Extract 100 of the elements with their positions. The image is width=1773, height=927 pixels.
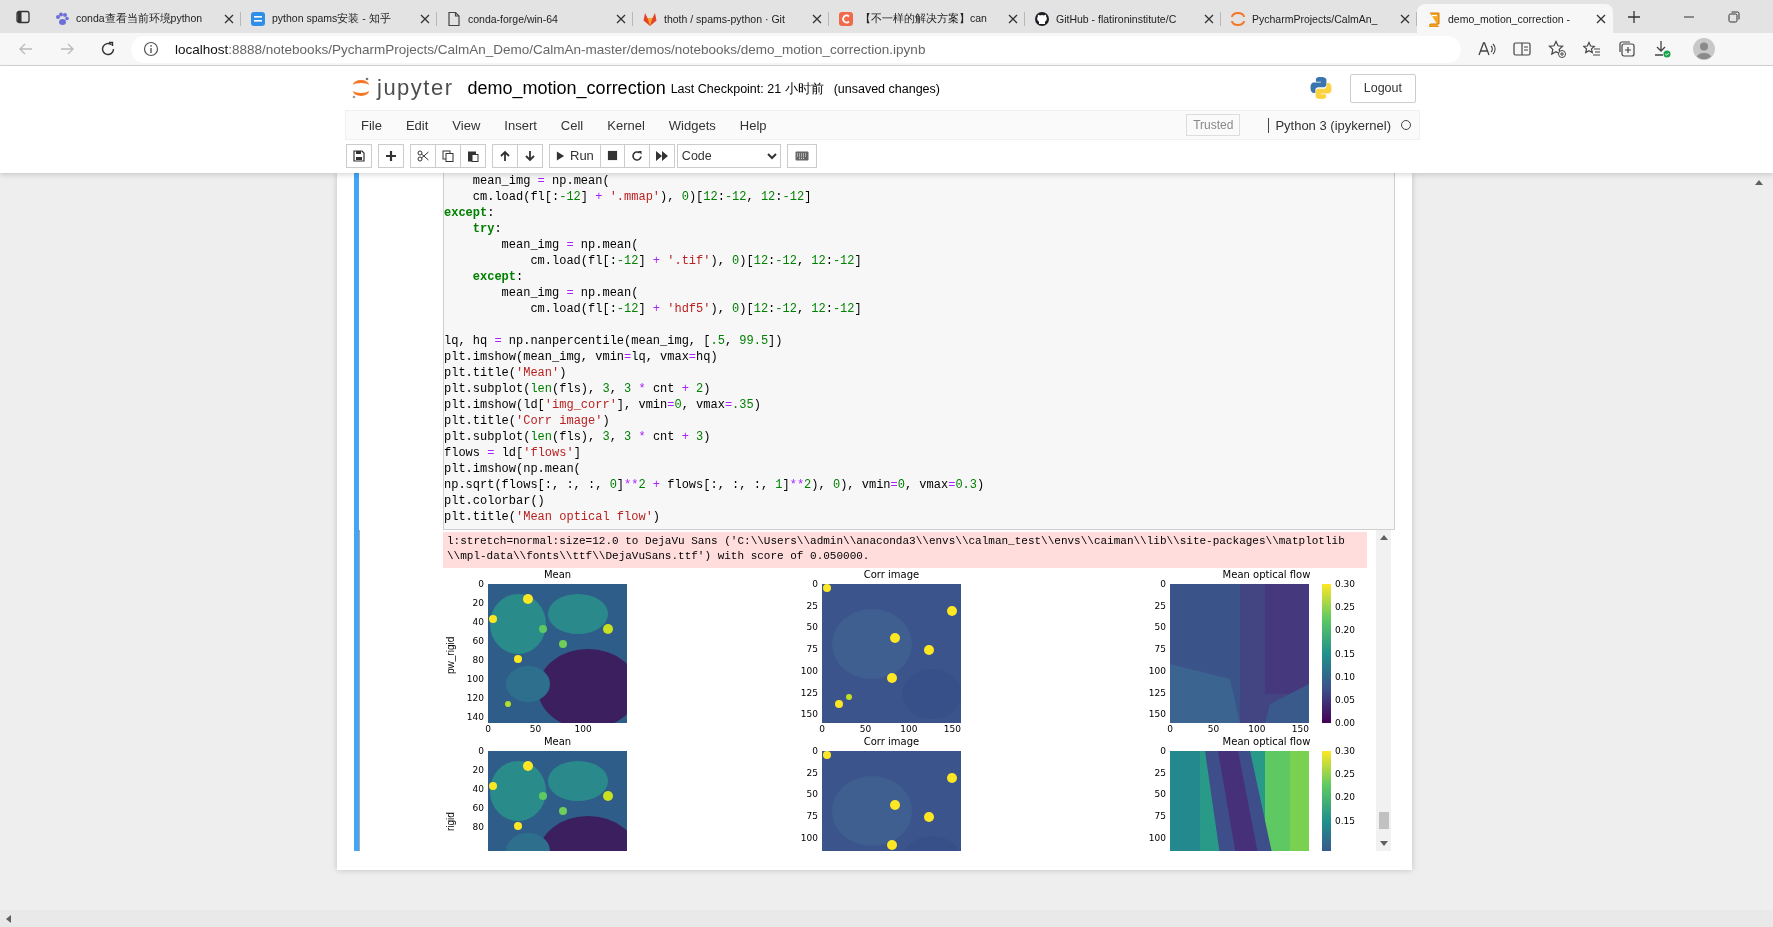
favorites-icon[interactable] <box>1583 41 1601 57</box>
refresh-icon[interactable] <box>100 41 116 57</box>
tick-label: 0 <box>478 746 484 756</box>
tick-label: 0.05 <box>1335 694 1356 705</box>
tick-label: 50 <box>1207 724 1220 734</box>
browser-tab[interactable]: demo_motion_correction - <box>1417 4 1613 33</box>
browser-tab[interactable]: thoth / spams-python · Git <box>633 4 829 33</box>
download-icon[interactable] <box>1653 40 1671 58</box>
scissors-icon <box>417 149 429 162</box>
browser-tab[interactable]: 【不一样的解决方案】can <box>829 4 1025 33</box>
axis-label: rigid <box>445 811 456 834</box>
save-button[interactable] <box>346 143 372 168</box>
book-icon <box>1426 10 1442 27</box>
cell-type-select[interactable]: Code <box>676 143 781 168</box>
tick-label: 150 <box>800 709 818 720</box>
tick-label: 75 <box>1154 811 1166 822</box>
run-all-button[interactable] <box>648 143 675 168</box>
move-up-button[interactable] <box>492 143 518 168</box>
insert-cell-button[interactable] <box>378 143 404 168</box>
tick-label: 80 <box>472 822 484 833</box>
keyboard-icon <box>794 150 809 161</box>
scrollbar[interactable] <box>0 910 1773 927</box>
browser-tab[interactable]: GitHub - flatironinstitute/C <box>1025 4 1221 33</box>
collections-icon[interactable] <box>1618 40 1636 58</box>
tick-label: 25 <box>806 767 818 778</box>
close-icon[interactable] <box>616 13 626 24</box>
browser-tab[interactable]: PycharmProjects/CalmAn_ <box>1221 4 1417 33</box>
scroll-left-icon[interactable] <box>5 914 11 923</box>
paste-button[interactable] <box>460 143 486 168</box>
new-tab-icon[interactable] <box>1627 9 1641 24</box>
notebook-name[interactable]: demo_motion_correction <box>467 77 666 99</box>
close-icon[interactable] <box>1596 13 1606 24</box>
stop-button[interactable] <box>599 143 625 168</box>
restart-button[interactable] <box>623 143 650 168</box>
tick-label: 150 <box>1291 724 1309 734</box>
scroll-up-icon[interactable] <box>1754 179 1763 185</box>
close-icon[interactable] <box>224 13 234 24</box>
menu-item[interactable]: Widgets <box>656 117 728 133</box>
trusted-indicator[interactable]: Trusted <box>1186 114 1241 136</box>
stderr-line: \\mpl-data\\fonts\\ttf\\DejaVuSans.ttf') with score of 0.050000. <box>447 549 871 564</box>
address-bar[interactable]: localhost:8888/notebooks/PycharmProjects/CalmAn_Demo/CalmAn-master/demos/notebooks/demo_motion_correction.ipynb <box>131 35 1461 63</box>
menu-item[interactable]: View <box>440 117 493 133</box>
tick-label: 25 <box>1154 767 1166 778</box>
keyboard-button[interactable] <box>786 143 817 168</box>
code-line: cm.load(fl[:-12] + '.mmap'), 0)[12:-12, 12:-12] <box>471 190 812 204</box>
tick-label: 0.15 <box>1335 648 1356 659</box>
menu-item[interactable]: Help <box>727 117 779 133</box>
sidebar-icon[interactable] <box>16 9 30 24</box>
stderr-line: l:stretch=normal:size=12.0 to DejaVu Sans ('C:\\Users\\admin\\anaconda3\\envs\\calman_test\\envs\\caiman\\lib\\site-packages\\matplotlib <box>447 534 1346 549</box>
restore-icon[interactable] <box>1728 10 1740 23</box>
menu-item[interactable]: Cell <box>548 117 596 133</box>
close-icon[interactable] <box>420 13 430 24</box>
browser-tab[interactable]: conda-forge/win-64 <box>437 4 633 33</box>
clipboard-icon <box>467 149 479 162</box>
tile-icon <box>250 10 266 27</box>
cut-button[interactable] <box>410 143 436 168</box>
close-icon[interactable] <box>1008 13 1018 24</box>
refresh-icon <box>630 149 643 162</box>
run-button[interactable]: Run <box>549 143 601 168</box>
logout-button[interactable]: Logout <box>1349 73 1416 103</box>
browser-tab[interactable]: python spams安装 - 知乎 <box>241 4 437 33</box>
menu-item[interactable]: Edit <box>393 117 441 133</box>
info-icon[interactable] <box>143 41 159 57</box>
add-favorite-icon[interactable] <box>1548 40 1566 58</box>
reader-icon[interactable] <box>1513 41 1531 57</box>
tick-label: 0 <box>485 724 491 734</box>
menu-item[interactable]: Insert <box>492 117 549 133</box>
move-down-button[interactable] <box>517 143 543 168</box>
tick-label: 100 <box>574 724 592 734</box>
code-line: except: <box>471 270 524 284</box>
close-icon[interactable] <box>1204 13 1214 24</box>
tick-label: 100 <box>900 724 918 734</box>
tick-label: 0 <box>478 579 484 589</box>
tick-label: 0.15 <box>1335 815 1356 826</box>
menu-item[interactable]: File <box>349 117 394 133</box>
jupyter-wordmark[interactable]: jupyter <box>377 75 454 101</box>
tick-label: 150 <box>1148 709 1166 720</box>
fast-forward-icon <box>655 149 668 162</box>
tick-label: 0 <box>1167 724 1173 734</box>
kernel-name[interactable]: Python 3 (ipykernel) <box>1268 117 1391 133</box>
code-editor[interactable] <box>443 173 1395 530</box>
avatar-icon[interactable] <box>1693 38 1715 60</box>
python-logo-icon <box>1308 76 1333 100</box>
close-icon[interactable] <box>1400 13 1410 24</box>
menu-item[interactable]: Kernel <box>595 117 657 133</box>
jupyter-logo-icon[interactable] <box>351 76 371 100</box>
scroll-down-icon[interactable] <box>1379 841 1388 847</box>
scroll-up-icon[interactable] <box>1379 534 1388 540</box>
copy-button[interactable] <box>435 143 461 168</box>
checkpoint-status: Last Checkpoint: 21 小时前 <box>670 80 824 98</box>
scrollbar-thumb[interactable] <box>1378 812 1389 829</box>
close-icon[interactable] <box>812 13 822 24</box>
browser-tab[interactable]: conda查看当前环境python <box>45 4 241 33</box>
tick-label: 60 <box>472 803 484 814</box>
arrow-down-icon <box>524 149 536 162</box>
scrollbar[interactable] <box>1376 530 1391 851</box>
read-aloud-icon[interactable] <box>1478 41 1496 57</box>
tick-label: 0.30 <box>1335 746 1356 756</box>
paw-icon <box>54 10 70 27</box>
tick-label: 100 <box>1148 832 1166 843</box>
